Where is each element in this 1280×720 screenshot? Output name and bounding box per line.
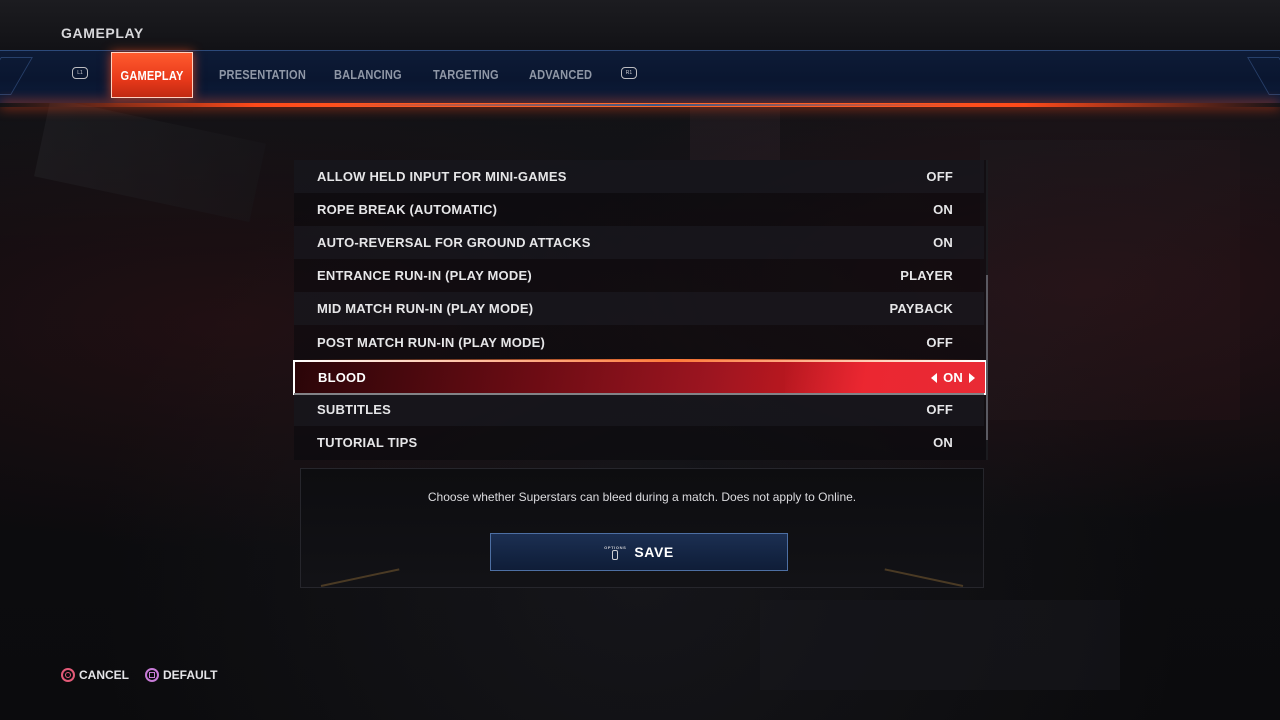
setting-row-post-match-run-in[interactable]: POST MATCH RUN-IN (PLAY MODE) OFF	[294, 326, 984, 359]
setting-row-entrance-run-in[interactable]: ENTRANCE RUN-IN (PLAY MODE) PLAYER	[294, 259, 984, 292]
arrow-right-icon[interactable]	[969, 372, 975, 383]
gameplay-settings-screen: GAMEPLAY L1 GAMEPLAY PRESENTATION BALANC…	[0, 0, 1280, 720]
save-label: SAVE	[634, 544, 674, 560]
circle-button-icon	[61, 668, 75, 682]
setting-label: SUBTITLES	[317, 402, 392, 417]
setting-value: PAYBACK	[889, 301, 953, 316]
square-button-icon	[145, 668, 159, 682]
setting-label: ALLOW HELD INPUT FOR MINI-GAMES	[317, 169, 567, 184]
options-icon-caption: OPTIONS	[604, 544, 627, 550]
setting-label: ENTRANCE RUN-IN (PLAY MODE)	[317, 268, 532, 283]
setting-label: POST MATCH RUN-IN (PLAY MODE)	[317, 335, 546, 350]
options-pill-icon	[612, 549, 619, 560]
setting-row-subtitles[interactable]: SUBTITLES OFF	[294, 393, 984, 426]
background-shape	[34, 98, 266, 222]
tab-advanced[interactable]: ADVANCED	[529, 52, 592, 96]
setting-row-blood[interactable]: BLOOD ON	[293, 359, 987, 395]
options-button-icon: OPTIONS	[604, 545, 626, 560]
tab-gameplay[interactable]: GAMEPLAY	[111, 52, 193, 98]
page-title: GAMEPLAY	[61, 25, 144, 41]
setting-row-rope-break[interactable]: ROPE BREAK (AUTOMATIC) ON	[294, 193, 984, 226]
background-shape	[760, 600, 1120, 690]
setting-value: ON	[933, 235, 953, 250]
settings-list: ALLOW HELD INPUT FOR MINI-GAMES OFF ROPE…	[293, 160, 988, 460]
setting-value: ON	[933, 202, 953, 217]
tab-targeting[interactable]: TARGETING	[433, 52, 499, 96]
setting-value: ON	[933, 435, 953, 450]
tabbar-edge-decoration	[0, 57, 33, 95]
tabbar-underline	[335, 104, 975, 106]
save-button[interactable]: OPTIONS SAVE	[490, 533, 788, 571]
tab-balancing[interactable]: BALANCING	[334, 52, 402, 96]
setting-value-selector[interactable]: ON	[931, 370, 985, 385]
background-shape	[980, 140, 1240, 420]
tab-presentation[interactable]: PRESENTATION	[219, 52, 306, 96]
setting-row-mid-match-run-in[interactable]: MID MATCH RUN-IN (PLAY MODE) PAYBACK	[294, 292, 984, 325]
header-bar	[0, 0, 1280, 50]
tab-label: GAMEPLAY	[120, 67, 184, 83]
cancel-hint[interactable]: CANCEL	[61, 668, 129, 682]
default-hint[interactable]: DEFAULT	[145, 668, 217, 682]
setting-label: MID MATCH RUN-IN (PLAY MODE)	[317, 301, 534, 316]
scrollbar-thumb[interactable]	[986, 275, 988, 440]
setting-value: ON	[943, 370, 963, 385]
arrow-left-icon[interactable]	[931, 372, 938, 383]
setting-label: AUTO-REVERSAL FOR GROUND ATTACKS	[317, 235, 591, 250]
setting-label: BLOOD	[318, 370, 366, 385]
setting-label: TUTORIAL TIPS	[317, 435, 418, 450]
setting-description: Choose whether Superstars can bleed duri…	[427, 490, 857, 504]
default-label: DEFAULT	[163, 668, 218, 682]
setting-value: OFF	[926, 402, 953, 417]
setting-row-allow-held-input[interactable]: ALLOW HELD INPUT FOR MINI-GAMES OFF	[294, 160, 984, 193]
setting-value: PLAYER	[900, 268, 953, 283]
setting-label: ROPE BREAK (AUTOMATIC)	[317, 202, 498, 217]
l1-bumper-icon[interactable]: L1	[72, 67, 88, 79]
setting-row-tutorial-tips[interactable]: TUTORIAL TIPS ON	[294, 426, 984, 459]
background-shape	[690, 100, 780, 160]
r1-bumper-icon[interactable]: R1	[621, 67, 637, 79]
cancel-label: CANCEL	[79, 668, 129, 682]
setting-value: OFF	[926, 169, 953, 184]
tabbar-edge-decoration	[1247, 57, 1280, 95]
setting-row-auto-reversal[interactable]: AUTO-REVERSAL FOR GROUND ATTACKS ON	[294, 226, 984, 259]
setting-value: OFF	[926, 335, 953, 350]
